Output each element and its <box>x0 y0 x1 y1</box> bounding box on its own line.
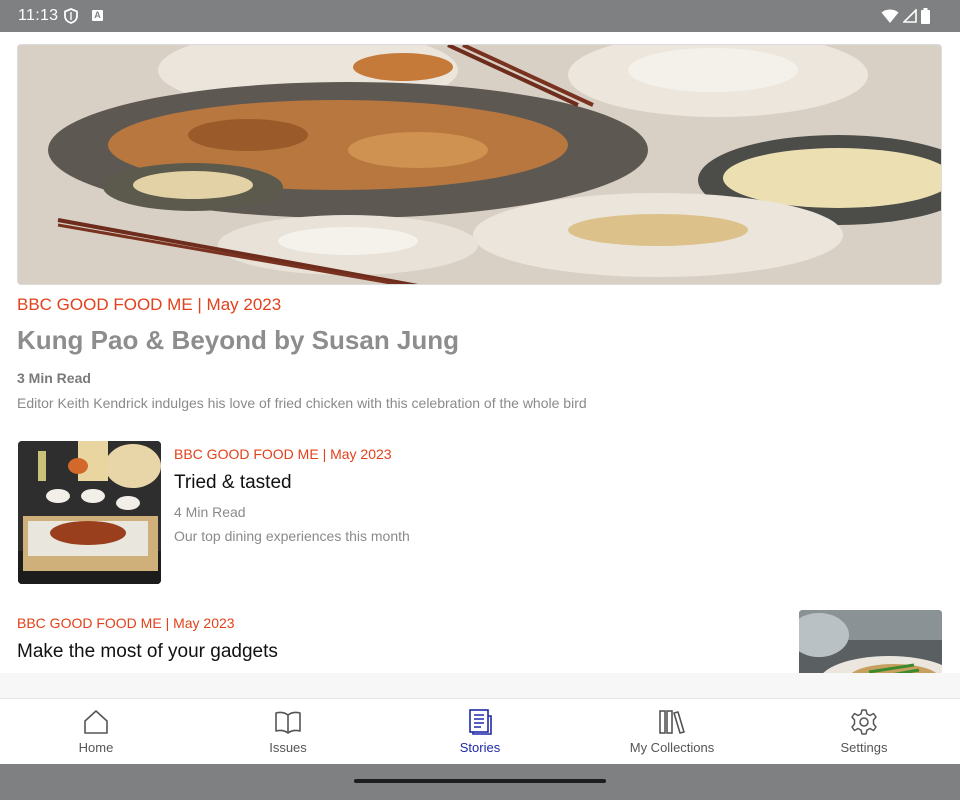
hero-title[interactable]: Kung Pao & Beyond by Susan Jung <box>17 325 459 356</box>
nav-home[interactable]: Home <box>0 699 192 765</box>
story-description: Our top dining experiences this month <box>174 528 410 544</box>
nav-my-collections[interactable]: My Collections <box>576 699 768 765</box>
story-title[interactable]: Make the most of your gadgets <box>17 641 278 663</box>
status-bar: 11:13 A <box>0 0 960 32</box>
story-title[interactable]: Tried & tasted <box>174 472 292 494</box>
food-platter-photo <box>18 45 941 284</box>
story-issue-label: BBC GOOD FOOD ME | May 2023 <box>17 615 235 631</box>
nav-my-collections-label: My Collections <box>629 740 715 755</box>
gear-icon <box>851 709 877 735</box>
stories-feed[interactable]: BBC GOOD FOOD ME | May 2023 Kung Pao & B… <box>0 32 960 673</box>
stories-icon <box>469 709 492 735</box>
nav-home-label: Home <box>78 740 114 755</box>
signal-icon <box>903 9 917 23</box>
bottom-nav: Home Issues Stories My Collections Setti… <box>0 698 960 765</box>
battery-icon <box>921 8 930 24</box>
story-thumbnail[interactable] <box>799 610 942 673</box>
story-issue-label: BBC GOOD FOOD ME | May 2023 <box>174 446 392 462</box>
hero-image[interactable] <box>17 44 942 285</box>
gesture-bar <box>0 764 960 800</box>
collections-icon <box>659 710 685 734</box>
story-read-time: 4 Min Read <box>174 504 246 520</box>
status-icons <box>881 8 930 24</box>
book-icon <box>275 711 301 734</box>
story-thumbnail[interactable] <box>18 441 161 584</box>
status-time: 11:13 <box>18 7 59 24</box>
nav-issues-label: Issues <box>269 740 307 755</box>
shield-icon <box>64 8 78 24</box>
nav-issues[interactable]: Issues <box>192 699 384 765</box>
hero-description: Editor Keith Kendrick indulges his love … <box>17 395 587 411</box>
hero-read-time: 3 Min Read <box>17 370 91 386</box>
gadget-dish-photo <box>799 610 942 673</box>
content-divider <box>0 673 960 698</box>
nav-settings-label: Settings <box>840 740 888 755</box>
dim-sum-photo <box>18 441 161 584</box>
wifi-icon <box>881 9 899 23</box>
keyboard-icon: A <box>92 10 103 21</box>
home-icon <box>84 710 108 734</box>
nav-stories[interactable]: Stories <box>384 699 576 765</box>
nav-settings[interactable]: Settings <box>768 699 960 765</box>
home-gesture-handle[interactable] <box>354 779 606 783</box>
nav-stories-label: Stories <box>459 740 501 755</box>
hero-issue-label: BBC GOOD FOOD ME | May 2023 <box>17 295 282 314</box>
